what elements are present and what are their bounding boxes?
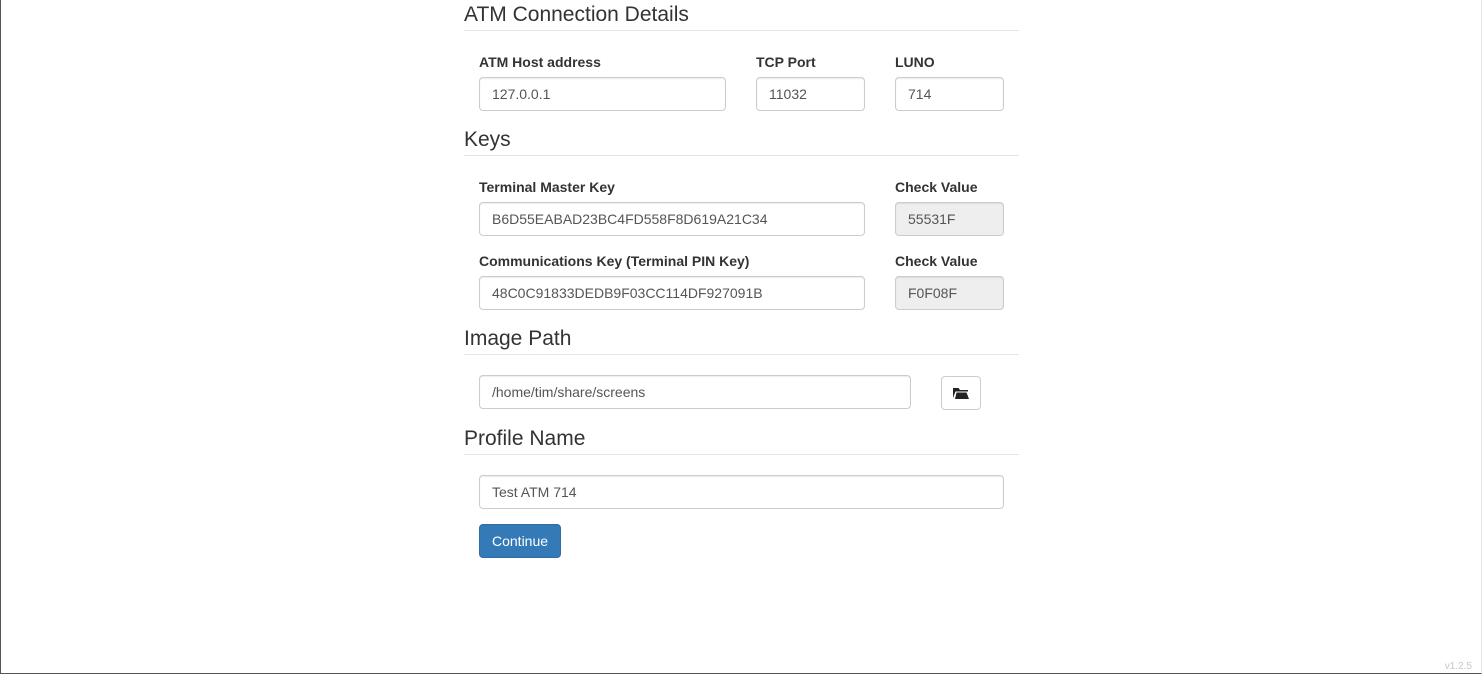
settings-form: ATM Connection Details ATM Host address … bbox=[464, 0, 1019, 565]
port-label: TCP Port bbox=[756, 54, 816, 70]
master-key-input[interactable] bbox=[479, 202, 865, 236]
master-check-field-group: Check Value bbox=[895, 177, 1004, 236]
host-label: ATM Host address bbox=[479, 54, 601, 70]
connection-row: ATM Host address TCP Port LUNO bbox=[464, 31, 1019, 125]
section-title-keys: Keys bbox=[464, 125, 1019, 156]
luno-field-group: LUNO bbox=[895, 52, 1004, 111]
version-label: v1.2.5 bbox=[1444, 661, 1472, 672]
image-path-row bbox=[464, 355, 1019, 424]
browse-folder-button[interactable] bbox=[941, 376, 981, 410]
comms-key-field-group: Communications Key (Terminal PIN Key) bbox=[479, 251, 865, 310]
comms-check-field-group: Check Value bbox=[895, 251, 1004, 310]
luno-input[interactable] bbox=[895, 77, 1004, 111]
comms-key-input[interactable] bbox=[479, 276, 865, 310]
host-input[interactable] bbox=[479, 77, 726, 111]
comms-key-label: Communications Key (Terminal PIN Key) bbox=[479, 253, 750, 269]
master-check-label: Check Value bbox=[895, 179, 978, 195]
master-check-value bbox=[895, 202, 1004, 236]
profile-name-input[interactable] bbox=[479, 475, 1004, 509]
master-key-field-group: Terminal Master Key bbox=[479, 177, 865, 236]
port-input[interactable] bbox=[756, 77, 865, 111]
keys-row: Terminal Master Key Check Value Communic… bbox=[464, 156, 1019, 324]
folder-open-icon bbox=[953, 388, 969, 399]
host-field-group: ATM Host address bbox=[479, 52, 726, 111]
comms-check-value bbox=[895, 276, 1004, 310]
luno-label: LUNO bbox=[895, 54, 935, 70]
profile-row: Continue bbox=[464, 455, 1019, 565]
continue-button[interactable]: Continue bbox=[479, 524, 562, 558]
master-key-label: Terminal Master Key bbox=[479, 179, 615, 195]
comms-check-label: Check Value bbox=[895, 253, 978, 269]
section-title-image-path: Image Path bbox=[464, 324, 1019, 355]
port-field-group: TCP Port bbox=[756, 52, 865, 111]
section-title-profile: Profile Name bbox=[464, 424, 1019, 455]
image-path-input[interactable] bbox=[479, 375, 911, 409]
section-title-connection: ATM Connection Details bbox=[464, 0, 1019, 31]
